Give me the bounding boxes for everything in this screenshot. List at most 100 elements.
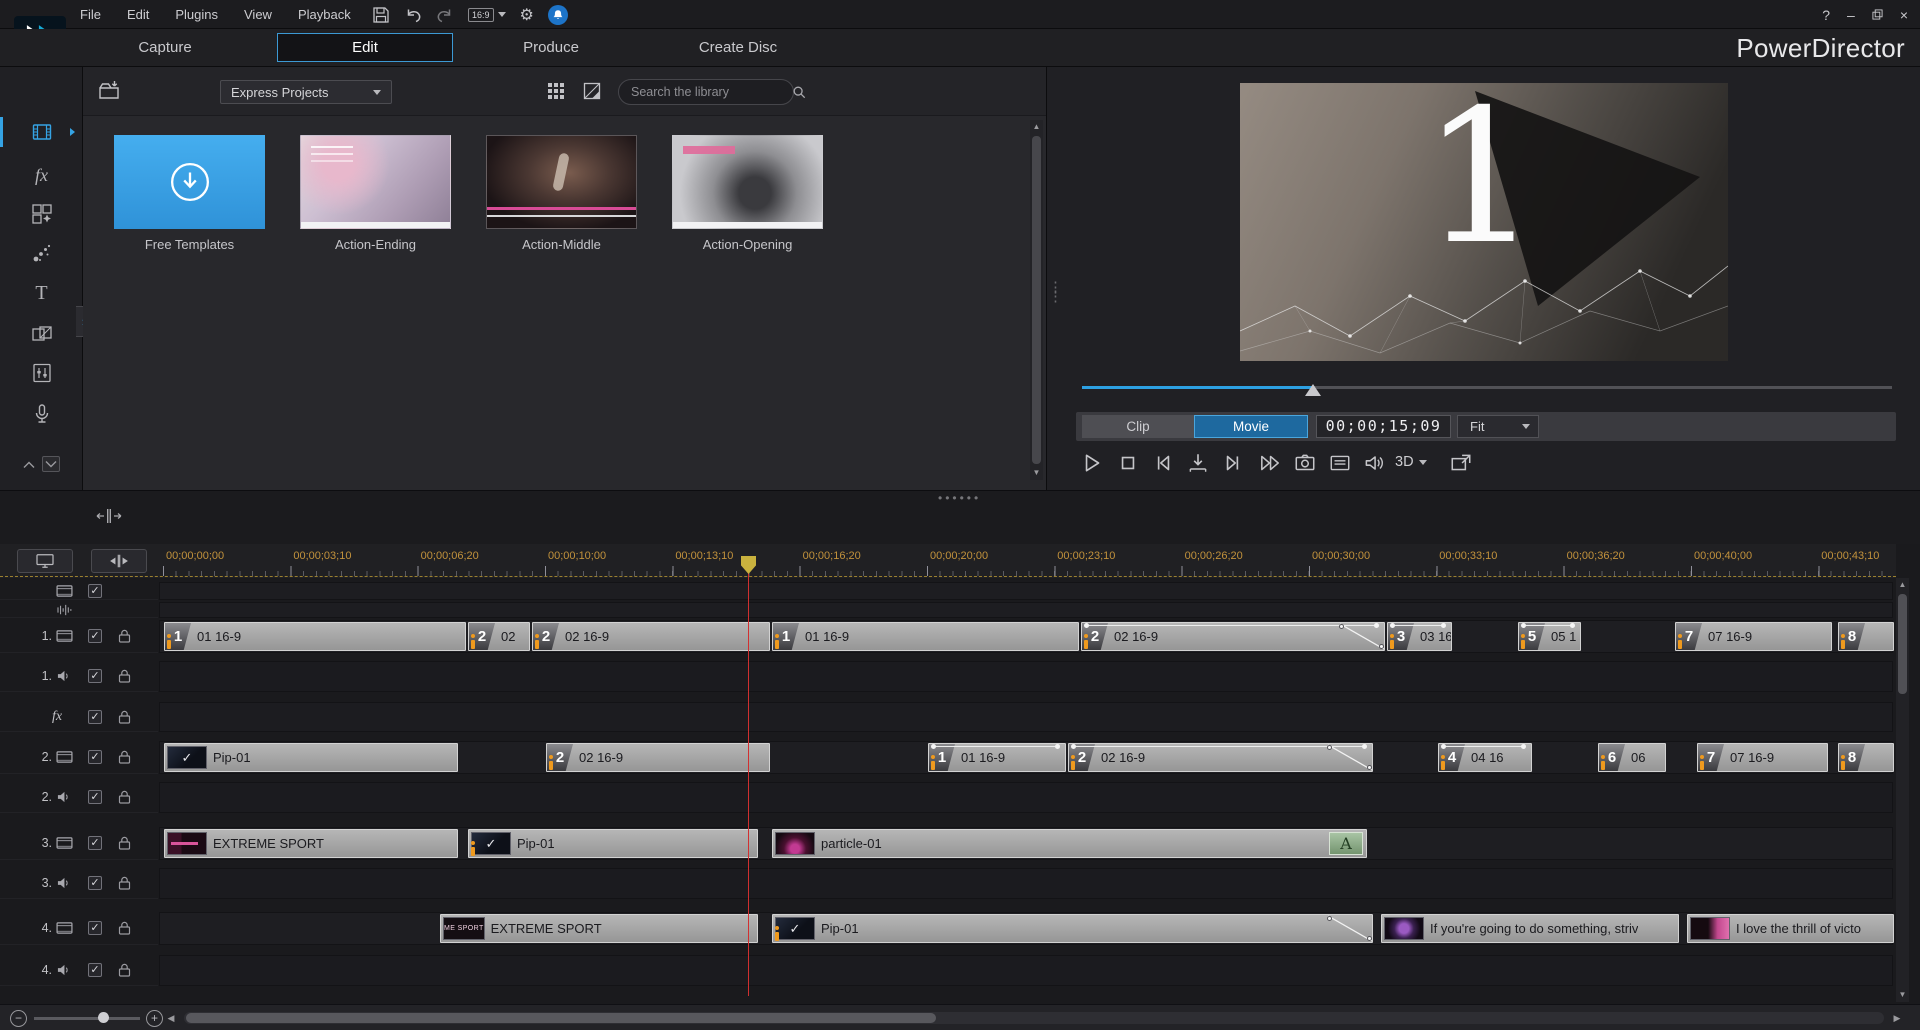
next-frame-button[interactable] xyxy=(1221,451,1245,475)
track-lock-icon[interactable] xyxy=(118,669,131,684)
timeline-view-button[interactable] xyxy=(17,549,73,573)
tab-edit[interactable]: Edit xyxy=(277,33,453,62)
tab-capture[interactable]: Capture xyxy=(90,29,240,67)
menu-edit[interactable]: Edit xyxy=(127,7,149,22)
timeline-clip[interactable]: 202 16-9 xyxy=(1081,622,1385,651)
aspect-ratio-dropdown[interactable]: 16:9 xyxy=(468,8,506,22)
track-lock-icon[interactable] xyxy=(118,790,131,805)
track-lock-icon[interactable] xyxy=(118,709,131,724)
track-lock-icon[interactable] xyxy=(118,750,131,765)
timeline-clip[interactable]: If you're going to do something, striv xyxy=(1381,914,1679,943)
timeline-clip[interactable]: 202 16-9 xyxy=(1068,743,1373,772)
seek-down-button[interactable] xyxy=(1186,451,1210,475)
redo-icon[interactable] xyxy=(436,6,454,24)
scroll-left-icon[interactable]: ◀ xyxy=(164,1012,178,1025)
preview-quality-button[interactable] xyxy=(1328,451,1352,475)
effect-room[interactable]: fx xyxy=(0,155,83,195)
timeline-clip[interactable]: Pip-01 xyxy=(772,914,1373,943)
library-scrollbar[interactable]: ▲ ▼ xyxy=(1030,120,1043,480)
gear-icon[interactable]: ⚙ xyxy=(520,5,534,25)
track-lock-icon[interactable] xyxy=(118,836,131,851)
track-enable-checkbox[interactable]: ✓ xyxy=(88,963,102,977)
search-input[interactable] xyxy=(631,85,792,99)
tab-produce[interactable]: Produce xyxy=(476,29,626,67)
seek-bar-handle[interactable] xyxy=(1305,384,1321,396)
timeline-horizontal-scrollbar[interactable] xyxy=(184,1012,1884,1024)
timeline-clip[interactable]: 8 xyxy=(1838,622,1894,651)
scrollbar-thumb[interactable] xyxy=(1898,594,1907,694)
timeline-clip[interactable]: 505 1 xyxy=(1518,622,1581,651)
timeline-clip[interactable]: particle-01A xyxy=(772,829,1367,858)
library-collection-dropdown[interactable]: Express Projects xyxy=(220,80,392,104)
track-lock-icon[interactable] xyxy=(118,629,131,644)
timeline-vertical-scrollbar[interactable]: ▲ ▼ xyxy=(1896,578,1909,1002)
timeline-clip[interactable]: Pip-01 xyxy=(164,743,458,772)
rooms-scroll-down-button[interactable] xyxy=(42,456,60,472)
audio-mixing-room[interactable] xyxy=(0,353,83,393)
scrollbar-thumb[interactable] xyxy=(186,1013,936,1023)
movie-mode-button[interactable]: Movie xyxy=(1194,415,1308,438)
panel-divider-handle[interactable]: ⋮⋮ xyxy=(1048,283,1063,301)
voice-over-room[interactable] xyxy=(0,394,83,434)
undock-player-button[interactable] xyxy=(1449,451,1473,475)
zoom-fit-dropdown[interactable]: Fit xyxy=(1457,415,1539,438)
divider-drag-handle[interactable]: •••••• xyxy=(938,491,981,505)
notification-bell-icon[interactable] xyxy=(548,5,568,25)
timeline-clip[interactable]: EXTREME SPORT xyxy=(164,829,458,858)
track-enable-checkbox[interactable]: ✓ xyxy=(88,629,102,643)
zoom-out-button[interactable]: − xyxy=(10,1010,27,1027)
timeline-clip[interactable]: 707 16-9 xyxy=(1675,622,1832,651)
library-item-action-opening[interactable] xyxy=(672,135,823,229)
title-room[interactable]: T xyxy=(0,273,83,313)
track-enable-checkbox[interactable]: ✓ xyxy=(88,921,102,935)
timeline-clip[interactable]: Pip-01 xyxy=(468,829,758,858)
track-enable-checkbox[interactable]: ✓ xyxy=(88,750,102,764)
scroll-right-icon[interactable]: ▶ xyxy=(1890,1012,1904,1025)
track-enable-checkbox[interactable]: ✓ xyxy=(88,710,102,724)
import-media-icon[interactable] xyxy=(97,79,123,103)
previous-frame-button[interactable] xyxy=(1151,451,1175,475)
zoom-in-button[interactable]: + xyxy=(146,1010,163,1027)
scrollbar-thumb[interactable] xyxy=(1032,136,1041,464)
preview-seek-bar[interactable] xyxy=(1082,386,1892,389)
title-clip-badge[interactable]: A xyxy=(1329,832,1363,855)
minimize-button[interactable]: – xyxy=(1847,7,1855,23)
timeline-clip[interactable]: 101 16-9 xyxy=(164,622,466,651)
snapshot-button[interactable] xyxy=(1293,451,1317,475)
timeline-clip[interactable]: 202 16-9 xyxy=(546,743,770,772)
timeline-clip[interactable]: 101 16-9 xyxy=(928,743,1066,772)
grid-view-icon[interactable] xyxy=(547,82,567,102)
timeline-clip[interactable]: 606 xyxy=(1598,743,1666,772)
tab-create-disc[interactable]: Create Disc xyxy=(663,29,813,67)
scroll-up-icon[interactable]: ▲ xyxy=(1030,120,1043,134)
split-button[interactable] xyxy=(91,549,147,573)
timeline-dock-icon[interactable] xyxy=(95,507,123,525)
timeline-clip[interactable]: 101 16-9 xyxy=(772,622,1079,651)
save-icon[interactable] xyxy=(372,6,390,24)
library-item-action-middle[interactable] xyxy=(486,135,637,229)
undo-icon[interactable] xyxy=(404,6,422,24)
library-item-free-templates[interactable] xyxy=(114,135,265,229)
fast-forward-button[interactable] xyxy=(1258,451,1282,475)
stop-button[interactable] xyxy=(1116,451,1140,475)
library-item-action-ending[interactable] xyxy=(300,135,451,229)
timeline-clip[interactable]: 404 16 xyxy=(1438,743,1532,772)
menu-plugins[interactable]: Plugins xyxy=(175,7,218,22)
menu-view[interactable]: View xyxy=(244,7,272,22)
track-enable-checkbox[interactable]: ✓ xyxy=(88,669,102,683)
menu-file[interactable]: File xyxy=(80,7,101,22)
timeline-clip[interactable]: ME SPORTEXTREME SPORT xyxy=(440,914,758,943)
clip-mode-button[interactable]: Clip xyxy=(1082,415,1194,438)
volume-button[interactable] xyxy=(1362,451,1386,475)
transition-room[interactable] xyxy=(0,314,83,354)
zoom-slider[interactable] xyxy=(34,1017,140,1020)
timeline-clip[interactable]: 8 xyxy=(1838,743,1894,772)
track-enable-checkbox[interactable]: ✓ xyxy=(88,876,102,890)
timeline-clip[interactable]: I love the thrill of victo xyxy=(1687,914,1894,943)
maximize-button[interactable] xyxy=(1872,9,1883,20)
scroll-up-icon[interactable]: ▲ xyxy=(1896,578,1909,592)
pip-objects-room[interactable] xyxy=(0,194,83,234)
timeline-clip[interactable]: 202 16-9 xyxy=(532,622,770,651)
track-lock-icon[interactable] xyxy=(118,876,131,891)
track-enable-checkbox[interactable]: ✓ xyxy=(88,584,102,598)
